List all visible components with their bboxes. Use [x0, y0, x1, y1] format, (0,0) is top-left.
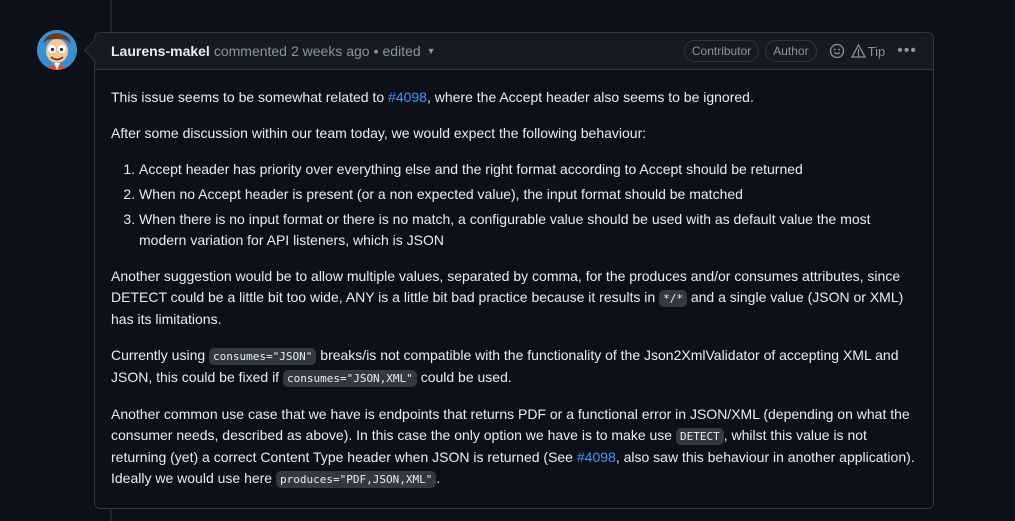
add-reaction-button[interactable]	[829, 43, 845, 59]
inline-code: consumes="JSON,XML"	[282, 370, 417, 387]
inline-code: */*	[659, 290, 687, 307]
avatar[interactable]	[37, 30, 77, 70]
avatar-image	[37, 30, 77, 70]
author-badge: Author	[765, 40, 817, 62]
tip-button[interactable]: Tip	[850, 43, 886, 59]
comment-body: This issue seems to be somewhat related …	[95, 70, 933, 490]
smiley-icon	[829, 43, 844, 59]
paragraph-5-suffix: .	[436, 470, 441, 486]
issue-link[interactable]: #4098	[577, 449, 616, 465]
list-item: When no Accept header is present (or a n…	[139, 184, 917, 205]
issue-link[interactable]: #4098	[388, 89, 427, 105]
inline-code: produces="PDF,JSON,XML"	[276, 471, 437, 488]
behaviour-list: Accept header has priority over everythi…	[111, 159, 917, 251]
paragraph-2: After some discussion within our team to…	[111, 125, 647, 141]
paragraph-1: This issue seems to be somewhat related …	[111, 87, 917, 108]
paragraph-4-suffix: could be used.	[416, 369, 512, 385]
comment-time[interactable]: 2 weeks ago	[291, 43, 370, 59]
inline-code: consumes="JSON"	[209, 348, 317, 365]
contributor-badge: Contributor	[683, 40, 760, 62]
paragraph-4: Currently using consumes="JSON" breaks/i…	[111, 345, 917, 389]
paragraph-4-text: Currently using	[111, 347, 210, 363]
paragraph-3: Another suggestion would be to allow mul…	[111, 266, 917, 330]
list-item: When there is no input format or there i…	[139, 209, 917, 251]
comment-separator: •	[373, 43, 379, 59]
comment-card: Laurens-makel commented 2 weeks ago • ed…	[83, 32, 934, 509]
list-item: Accept header has priority over everythi…	[139, 159, 917, 180]
edited-dropdown[interactable]: edited ▼	[383, 43, 436, 59]
paragraph-5: Another common use case that we have is …	[111, 404, 917, 490]
comment-header-actions: Contributor Author Tip •••	[683, 40, 917, 62]
triangle-icon	[850, 44, 866, 58]
chevron-down-icon: ▼	[426, 46, 436, 56]
edited-label: edited	[382, 43, 421, 59]
paragraph-1-suffix: , where the Accept header also seems to …	[426, 89, 754, 105]
more-options-button[interactable]: •••	[897, 42, 917, 60]
comment-action: commented	[213, 43, 287, 59]
inline-code: DETECT	[675, 428, 724, 445]
paragraph-1-text: This issue seems to be somewhat related …	[111, 89, 389, 105]
tip-label: Tip	[867, 43, 886, 59]
comment-author[interactable]: Laurens-makel	[111, 43, 210, 59]
comment-header: Laurens-makel commented 2 weeks ago • ed…	[95, 33, 933, 70]
